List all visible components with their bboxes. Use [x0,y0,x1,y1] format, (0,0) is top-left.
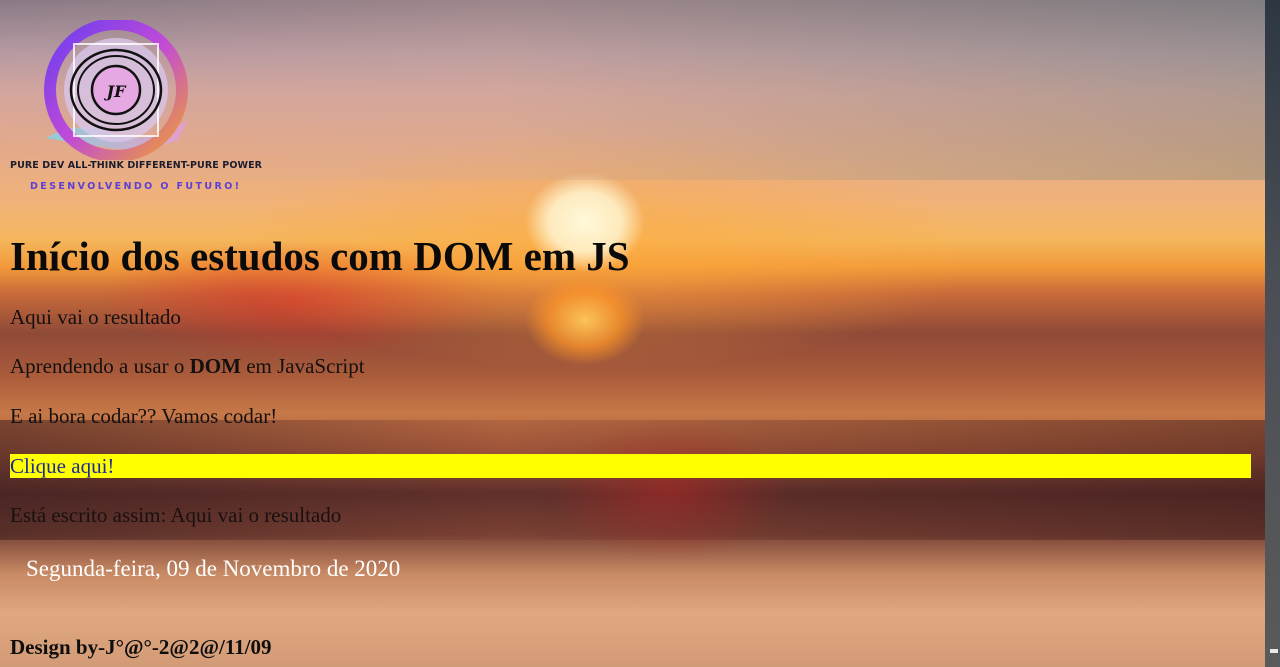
written-text: Está escrito assim: Aqui vai o resultado [10,503,342,527]
logo-tagline: PURE DEV ALL-THINK DIFFERENT-PURE POWER [10,160,263,171]
logo-subtitle: DESENVOLVENDO O FUTURO! [30,181,242,192]
design-credit: Design by-J°@°-2@2@/11/09 [10,635,272,659]
cta-text: E ai bora codar?? Vamos codar! [10,404,278,428]
scroll-indicator [1270,649,1278,653]
learning-prefix: Aprendendo a usar o [10,354,190,378]
date-display: Segunda-feira, 09 de Novembro de 2020 [26,556,401,581]
logo: JF PURE DEV ALL-THINK DIFFERENT-PURE POW… [10,18,263,200]
result-text: Aqui vai o resultado [10,305,181,329]
logo-emblem-icon: JF [44,20,188,160]
learning-text: Aprendendo a usar o DOM em JavaScript [10,354,365,379]
learning-suffix: em JavaScript [240,354,365,378]
scrollbar[interactable] [1265,0,1280,667]
learning-dom-bold: DOM [189,354,241,378]
svg-text:JF: JF [104,82,128,101]
click-here-button[interactable]: Clique aqui! [10,454,1251,478]
page-title: Início dos estudos com DOM em JS [10,233,630,279]
